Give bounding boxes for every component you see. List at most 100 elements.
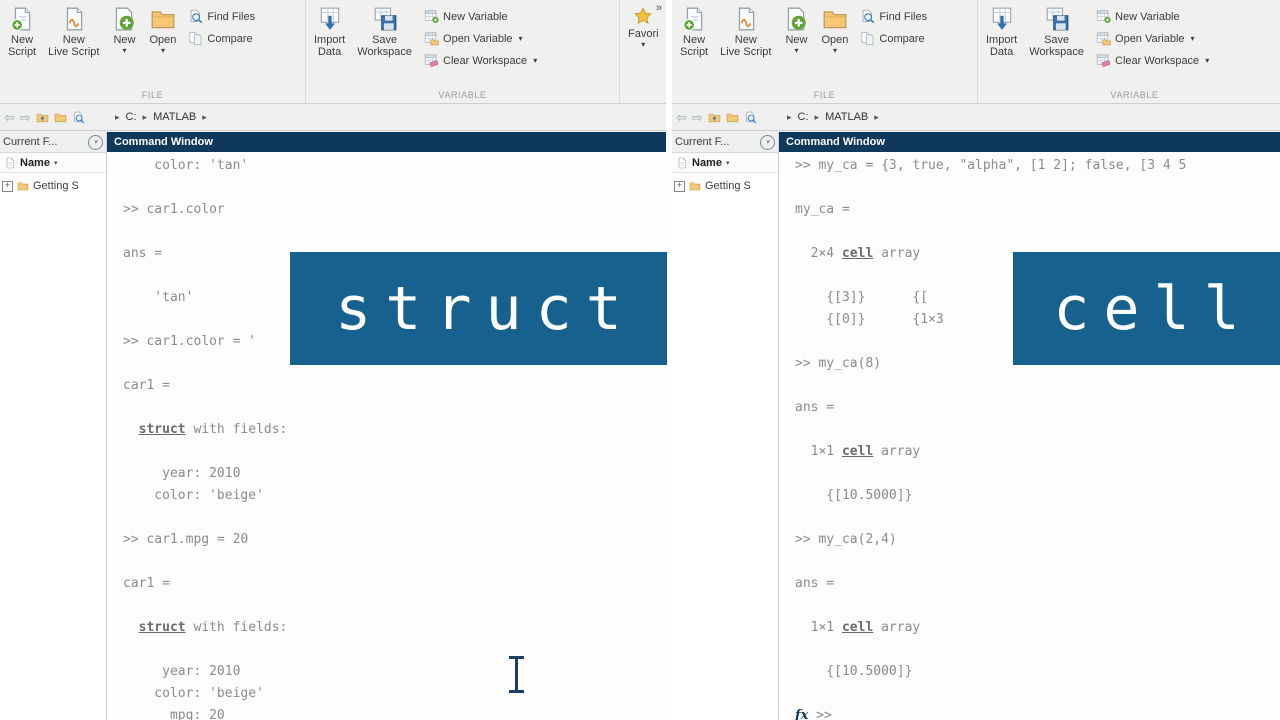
new-variable-icon <box>424 9 439 24</box>
console-line: car1 = <box>123 573 666 595</box>
quick-access-bar: ⇦ ⇨ ▸ C: ▸ MATLAB ▸ <box>672 104 1280 131</box>
ribbon-group-file: New Script New Live Script New ▾ <box>672 0 978 103</box>
console-line <box>123 397 666 419</box>
open-button[interactable]: Open ▾ <box>143 2 182 55</box>
command-window-header[interactable]: Command Window <box>779 132 1280 152</box>
new-button[interactable]: New ▾ <box>777 2 815 55</box>
back-button[interactable]: ⇦ <box>676 111 687 124</box>
new-script-icon <box>681 6 707 32</box>
breadcrumb-segment-folder[interactable]: MATLAB <box>153 111 196 123</box>
up-folder-icon[interactable] <box>708 111 721 124</box>
compare-button[interactable]: Compare <box>860 31 927 46</box>
compare-button[interactable]: Compare <box>188 31 255 46</box>
save-workspace-button[interactable]: Save Workspace <box>351 2 418 58</box>
command-window-output-right[interactable]: >> my_ca = {3, true, "alpha", [1 2]; fal… <box>779 152 1280 720</box>
folder-icon <box>17 180 29 192</box>
save-workspace-label-1: Save <box>1044 34 1069 46</box>
console-line: fx >> <box>795 705 1280 720</box>
open-variable-button[interactable]: Open Variable ▾ <box>1096 31 1209 46</box>
new-live-script-button[interactable]: New Live Script <box>714 2 777 58</box>
save-workspace-label-2: Workspace <box>1029 46 1084 58</box>
console-line <box>795 683 1280 705</box>
console-line <box>123 221 666 243</box>
panel-menu-icon[interactable]: ▾ <box>760 135 775 150</box>
new-script-label-1: New <box>11 34 33 46</box>
ribbon-group-variable: Import Data Save Workspace New Variable <box>978 0 1280 103</box>
ribbon-overflow-icon[interactable]: » <box>656 2 662 14</box>
split-screen: New Script New Live Script New ▾ <box>0 0 1280 720</box>
expand-icon[interactable]: + <box>674 181 685 192</box>
save-workspace-button[interactable]: Save Workspace <box>1023 2 1090 58</box>
file-icon <box>4 157 16 169</box>
open-variable-button[interactable]: Open Variable ▾ <box>424 31 537 46</box>
clear-workspace-button[interactable]: Clear Workspace ▾ <box>1096 53 1209 68</box>
open-icon <box>150 6 176 32</box>
new-script-button[interactable]: New Script <box>2 2 42 58</box>
console-line <box>795 463 1280 485</box>
find-files-button[interactable]: Find Files <box>860 9 927 24</box>
command-window-header[interactable]: Command Window <box>107 132 666 152</box>
breadcrumb-segment-drive[interactable]: C: <box>798 111 809 123</box>
find-files-icon <box>188 9 203 24</box>
variable-section-label: VARIABLE <box>308 90 617 103</box>
chevron-down-icon: ▾ <box>794 46 798 55</box>
console-line <box>795 221 1280 243</box>
new-button[interactable]: New ▾ <box>105 2 143 55</box>
save-workspace-label-2: Workspace <box>357 46 412 58</box>
new-variable-button[interactable]: New Variable <box>1096 9 1209 24</box>
folder-item-getting-started[interactable]: + Getting S <box>0 178 106 194</box>
clear-workspace-button[interactable]: Clear Workspace ▾ <box>424 53 537 68</box>
command-window-output-left[interactable]: color: 'tan' >> car1.color ans = 'tan' >… <box>107 152 666 720</box>
folder-item-getting-started[interactable]: + Getting S <box>672 178 778 194</box>
back-button[interactable]: ⇦ <box>4 111 15 124</box>
console-line: mpg: 20 <box>123 705 666 720</box>
panel-menu-icon[interactable]: ▾ <box>88 135 103 150</box>
new-variable-button[interactable]: New Variable <box>424 9 537 24</box>
current-folder-path[interactable]: ▸ C: ▸ MATLAB ▸ <box>107 111 666 123</box>
chevron-down-icon: ▾ <box>161 46 165 55</box>
new-script-icon <box>9 6 35 32</box>
breadcrumb-separator-icon: ▸ <box>787 112 792 123</box>
expand-icon[interactable]: + <box>2 181 13 192</box>
up-folder-icon[interactable] <box>36 111 49 124</box>
new-script-label-1: New <box>683 34 705 46</box>
new-icon <box>783 6 809 32</box>
forward-button[interactable]: ⇨ <box>692 111 703 124</box>
console-line <box>123 177 666 199</box>
ribbon-group-variable: Import Data Save Workspace New Variable <box>306 0 620 103</box>
search-folder-icon[interactable] <box>744 111 757 124</box>
browse-folder-icon[interactable] <box>54 111 67 124</box>
new-live-script-icon <box>733 6 759 32</box>
find-files-icon <box>860 9 875 24</box>
browse-folder-icon[interactable] <box>726 111 739 124</box>
new-live-script-label-1: New <box>63 34 85 46</box>
open-button[interactable]: Open ▾ <box>815 2 854 55</box>
new-variable-icon <box>1096 9 1111 24</box>
breadcrumb-segment-drive[interactable]: C: <box>126 111 137 123</box>
new-live-script-button[interactable]: New Live Script <box>42 2 105 58</box>
new-script-button[interactable]: New Script <box>674 2 714 58</box>
find-files-button[interactable]: Find Files <box>188 9 255 24</box>
import-data-label-1: Import <box>986 34 1017 46</box>
new-live-script-icon <box>61 6 87 32</box>
import-data-button[interactable]: Import Data <box>980 2 1023 58</box>
clear-workspace-icon <box>1096 53 1111 68</box>
console-line: struct with fields: <box>123 617 666 639</box>
search-folder-icon[interactable] <box>72 111 85 124</box>
breadcrumb-segment-folder[interactable]: MATLAB <box>825 111 868 123</box>
forward-button[interactable]: ⇨ <box>20 111 31 124</box>
chevron-down-icon: ▾ <box>1191 34 1195 43</box>
console-line: my_ca = <box>795 199 1280 221</box>
favorites-icon <box>633 6 653 26</box>
clear-workspace-label: Clear Workspace <box>443 55 527 67</box>
import-data-button[interactable]: Import Data <box>308 2 351 58</box>
new-variable-label: New Variable <box>443 11 508 23</box>
console-line <box>123 441 666 463</box>
name-column-header[interactable]: Name <box>692 157 722 169</box>
chevron-down-icon: ▾ <box>519 34 523 43</box>
name-column-header[interactable]: Name <box>20 157 50 169</box>
console-line: color: 'tan' <box>123 155 666 177</box>
find-files-label: Find Files <box>207 11 255 23</box>
current-folder-path[interactable]: ▸ C: ▸ MATLAB ▸ <box>779 111 1280 123</box>
new-label: New <box>113 34 135 46</box>
